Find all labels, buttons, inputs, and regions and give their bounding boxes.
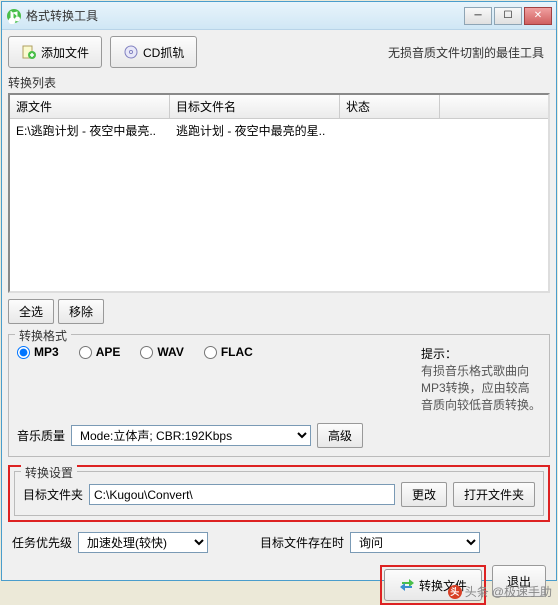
attribution-source: 头条 [465,583,489,600]
cd-icon [123,44,139,60]
attribution-icon: 头 [448,585,462,599]
cd-rip-label: CD抓轨 [143,44,184,61]
change-button[interactable]: 更改 [401,482,447,507]
exists-label: 目标文件存在时 [260,534,344,551]
titlebar: 格式转换工具 ─ ☐ ✕ [2,2,556,30]
tip-box: 提示： 有损音乐格式歌曲向MP3转换，应由较高音质向较低音质转换。 [421,345,541,413]
settings-group-title: 转换设置 [21,464,77,481]
tagline-text: 无损音质文件切割的最佳工具 [388,44,544,61]
tip-body: 有损音乐格式歌曲向MP3转换，应由较高音质向较低音质转换。 [421,362,541,413]
cell-status [340,121,440,140]
header-target[interactable]: 目标文件名 [170,95,340,118]
cell-source: E:\逃跑计划 - 夜空中最亮.. [10,121,170,140]
select-all-button[interactable]: 全选 [8,299,54,324]
settings-group: 转换设置 目标文件夹 更改 打开文件夹 [14,471,544,516]
maximize-button[interactable]: ☐ [494,7,522,25]
target-folder-input[interactable] [89,484,395,505]
attribution-author: @极速手助 [492,583,552,600]
radio-mp3[interactable]: MP3 [17,345,59,359]
format-group: 转换格式 MP3 APE WAV FLAC 提示： 有损音乐格式歌曲向MP3转换… [8,334,550,457]
exists-select[interactable]: 询问 [350,532,480,553]
priority-label: 任务优先级 [12,534,72,551]
quality-select[interactable]: Mode:立体声; CBR:192Kbps [71,425,311,446]
file-list[interactable]: 源文件 目标文件名 状态 E:\逃跑计划 - 夜空中最亮.. 逃跑计划 - 夜空… [8,93,550,293]
radio-wav[interactable]: WAV [140,345,183,359]
convert-icon [399,577,415,593]
highlight-box: 转换设置 目标文件夹 更改 打开文件夹 [8,465,550,522]
tip-title: 提示： [421,345,541,362]
list-header: 源文件 目标文件名 状态 [10,95,548,119]
attribution: 头 头条 @极速手助 [448,583,552,600]
radio-flac-input[interactable] [204,346,217,359]
cell-target: 逃跑计划 - 夜空中最亮的星.. [170,121,340,140]
priority-select[interactable]: 加速处理(较快) [78,532,208,553]
radio-wav-input[interactable] [140,346,153,359]
radio-ape-input[interactable] [79,346,92,359]
app-icon [6,8,22,24]
radio-mp3-input[interactable] [17,346,30,359]
quality-label: 音乐质量 [17,427,65,444]
open-folder-button[interactable]: 打开文件夹 [453,482,535,507]
radio-ape[interactable]: APE [79,345,121,359]
format-group-title: 转换格式 [15,327,71,344]
header-status[interactable]: 状态 [340,95,440,118]
window-title: 格式转换工具 [26,7,462,24]
target-folder-label: 目标文件夹 [23,486,83,503]
add-file-button[interactable]: 添加文件 [8,36,102,68]
list-label: 转换列表 [8,74,550,91]
radio-flac[interactable]: FLAC [204,345,253,359]
add-file-icon [21,44,37,60]
minimize-button[interactable]: ─ [464,7,492,25]
remove-button[interactable]: 移除 [58,299,104,324]
list-item[interactable]: E:\逃跑计划 - 夜空中最亮.. 逃跑计划 - 夜空中最亮的星.. [10,119,548,142]
add-file-label: 添加文件 [41,44,89,61]
header-source[interactable]: 源文件 [10,95,170,118]
cd-rip-button[interactable]: CD抓轨 [110,36,197,68]
close-button[interactable]: ✕ [524,7,552,25]
advanced-button[interactable]: 高级 [317,423,363,448]
